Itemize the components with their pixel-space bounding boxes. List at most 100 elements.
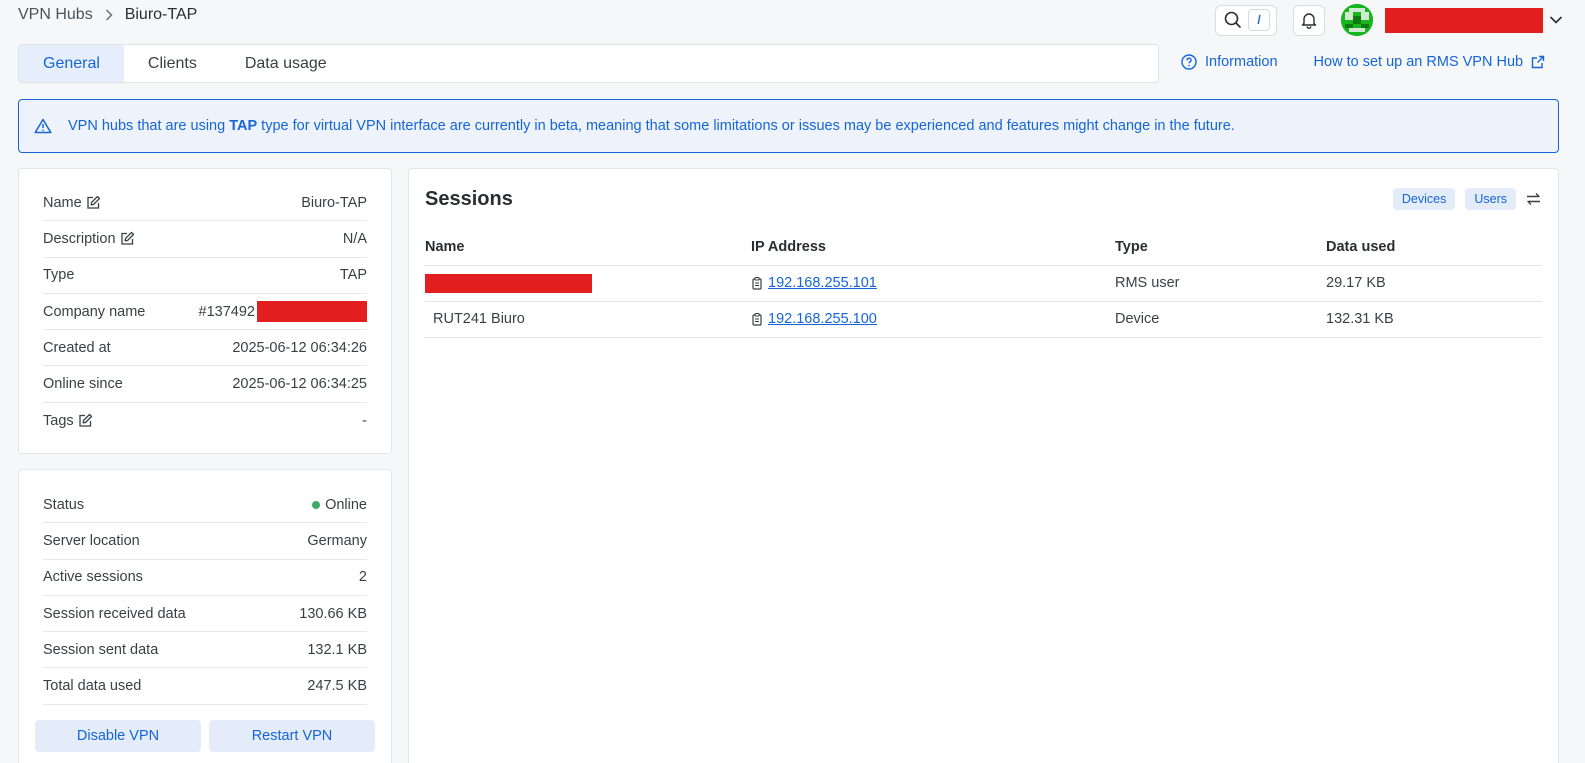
- type-value: TAP: [339, 267, 367, 284]
- sessions-filters: Devices Users: [1392, 188, 1542, 210]
- tab-bar: General Clients Data usage: [18, 44, 1159, 83]
- user-name-redacted[interactable]: [1385, 7, 1543, 33]
- description-label: Description: [43, 230, 116, 247]
- question-circle-icon: [1181, 54, 1197, 70]
- session-ip-link[interactable]: 192.168.255.101: [768, 275, 877, 291]
- name-value: Biuro-TAP: [301, 194, 367, 211]
- description-value: N/A: [342, 230, 367, 247]
- search-icon: [1224, 11, 1242, 29]
- info-row-online-since: Online since 2025-06-12 06:34:25: [43, 366, 367, 403]
- filter-users-chip[interactable]: Users: [1465, 188, 1516, 210]
- info-row-type: Type TAP: [43, 258, 367, 294]
- external-link-icon: [1531, 55, 1545, 69]
- edit-tags-icon[interactable]: [78, 413, 93, 428]
- type-label: Type: [43, 267, 75, 284]
- alert-text-post: type for virtual VPN interface are curre…: [257, 118, 1235, 134]
- session-ip-cell: 192.168.255.101: [751, 265, 1115, 302]
- alert-text-bold: TAP: [229, 118, 258, 134]
- info-row-company: Company name #137492: [43, 294, 367, 331]
- sessions-table: Name IP Address Type Data used 192.168.2…: [425, 229, 1542, 338]
- location-row: Server location Germany: [43, 523, 367, 560]
- refresh-icon[interactable]: [1525, 191, 1542, 207]
- beta-alert: VPN hubs that are using TAP type for vir…: [18, 99, 1559, 153]
- breadcrumb-vpn-hubs-link[interactable]: VPN Hubs: [18, 6, 93, 24]
- online-dot-icon: [312, 500, 321, 509]
- active-sessions-value: 2: [358, 569, 367, 586]
- received-data-row: Session received data 130.66 KB: [43, 596, 367, 633]
- session-ip-link[interactable]: 192.168.255.100: [768, 311, 877, 327]
- sessions-header-row: Name IP Address Type Data used: [425, 229, 1542, 266]
- sessions-card: Sessions Devices Users Name IP Address T…: [408, 168, 1559, 763]
- session-type-cell: Device: [1115, 301, 1326, 338]
- company-value: #137492: [198, 303, 255, 320]
- chevron-down-icon[interactable]: [1549, 15, 1563, 25]
- location-label: Server location: [43, 532, 140, 549]
- session-name-cell: [425, 265, 751, 302]
- filter-devices-chip[interactable]: Devices: [1392, 188, 1456, 210]
- status-row: Status Online: [43, 487, 367, 524]
- alert-text-pre: VPN hubs that are using: [68, 118, 230, 134]
- sent-data-label: Session sent data: [43, 641, 159, 658]
- total-data-value: 247.5 KB: [307, 678, 367, 695]
- disable-vpn-button[interactable]: Disable VPN: [35, 719, 201, 752]
- restart-vpn-button[interactable]: Restart VPN: [209, 719, 375, 752]
- location-value: Germany: [307, 532, 367, 549]
- created-label: Created at: [43, 339, 111, 356]
- beta-alert-message: VPN hubs that are using TAP type for vir…: [68, 118, 1235, 134]
- information-link-label: Information: [1205, 54, 1278, 70]
- bell-icon: [1300, 11, 1318, 29]
- column-data-used[interactable]: Data used: [1326, 229, 1542, 266]
- tab-clients[interactable]: Clients: [124, 45, 221, 82]
- search-button[interactable]: /: [1215, 4, 1277, 36]
- copy-icon[interactable]: [751, 312, 764, 326]
- session-data-cell: 132.31 KB: [1326, 301, 1542, 338]
- tab-general[interactable]: General: [19, 45, 124, 82]
- info-row-description: Description N/A: [43, 221, 367, 258]
- tab-data-usage[interactable]: Data usage: [221, 45, 351, 82]
- total-data-label: Total data used: [43, 678, 142, 695]
- column-type[interactable]: Type: [1115, 229, 1326, 266]
- company-label: Company name: [43, 303, 146, 320]
- name-label: Name: [43, 194, 82, 211]
- session-data-cell: 29.17 KB: [1326, 265, 1542, 302]
- session-type-cell: RMS user: [1115, 265, 1326, 302]
- copy-icon[interactable]: [751, 276, 764, 290]
- avatar[interactable]: [1341, 4, 1373, 36]
- edit-name-icon[interactable]: [86, 195, 101, 210]
- chevron-right-icon: [105, 9, 113, 21]
- warning-icon: [34, 118, 52, 134]
- session-name: RUT241 Biuro: [433, 311, 525, 327]
- sent-data-value: 132.1 KB: [307, 641, 367, 658]
- howto-link[interactable]: How to set up an RMS VPN Hub: [1314, 54, 1546, 70]
- sessions-title: Sessions: [425, 187, 513, 210]
- online-since-label: Online since: [43, 376, 123, 393]
- sessions-header: Sessions Devices Users: [425, 169, 1542, 229]
- received-data-value: 130.66 KB: [299, 605, 367, 622]
- active-sessions-row: Active sessions 2: [43, 560, 367, 596]
- status-value: Online: [325, 496, 367, 513]
- information-link[interactable]: Information: [1181, 54, 1278, 70]
- info-row-created: Created at 2025-06-12 06:34:26: [43, 330, 367, 367]
- tags-value: -: [362, 412, 367, 429]
- session-name-cell: RUT241 Biuro: [425, 301, 751, 338]
- table-row[interactable]: 192.168.255.101 RMS user 29.17 KB: [425, 265, 1542, 302]
- howto-link-label: How to set up an RMS VPN Hub: [1313, 54, 1524, 70]
- breadcrumb: VPN Hubs Biuro-TAP: [18, 6, 197, 24]
- total-data-row: Total data used 247.5 KB: [43, 668, 367, 705]
- status-label: Status: [43, 496, 85, 513]
- company-name-redacted: [257, 301, 367, 323]
- tags-label: Tags: [43, 412, 74, 429]
- online-since-value: 2025-06-12 06:34:25: [232, 376, 367, 393]
- help-links: Information How to set up an RMS VPN Hub: [1181, 54, 1545, 70]
- breadcrumb-current: Biuro-TAP: [124, 6, 198, 23]
- column-ip-address[interactable]: IP Address: [751, 229, 1115, 266]
- column-name[interactable]: Name: [425, 229, 751, 266]
- table-row[interactable]: RUT241 Biuro 192.168.255.100 Device 132.…: [425, 301, 1542, 338]
- edit-description-icon[interactable]: [120, 231, 135, 246]
- received-data-label: Session received data: [43, 605, 186, 622]
- topbar-controls: /: [1215, 4, 1563, 36]
- created-value: 2025-06-12 06:34:26: [232, 339, 367, 356]
- vpn-actions: Disable VPN Restart VPN: [35, 719, 375, 752]
- notifications-button[interactable]: [1293, 4, 1325, 36]
- session-ip-cell: 192.168.255.100: [751, 301, 1115, 338]
